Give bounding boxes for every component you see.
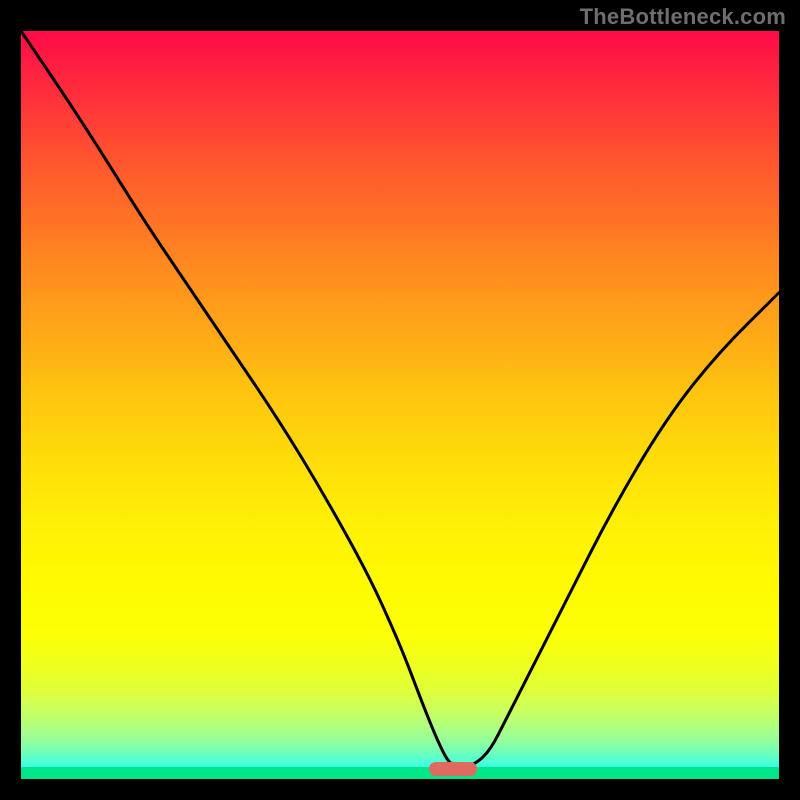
curve-svg xyxy=(21,31,779,779)
watermark-text: TheBottleneck.com xyxy=(580,4,786,30)
plot-area xyxy=(21,31,779,779)
min-marker xyxy=(429,762,477,776)
chart-frame: TheBottleneck.com xyxy=(0,0,800,800)
bottleneck-curve-path xyxy=(21,31,779,767)
